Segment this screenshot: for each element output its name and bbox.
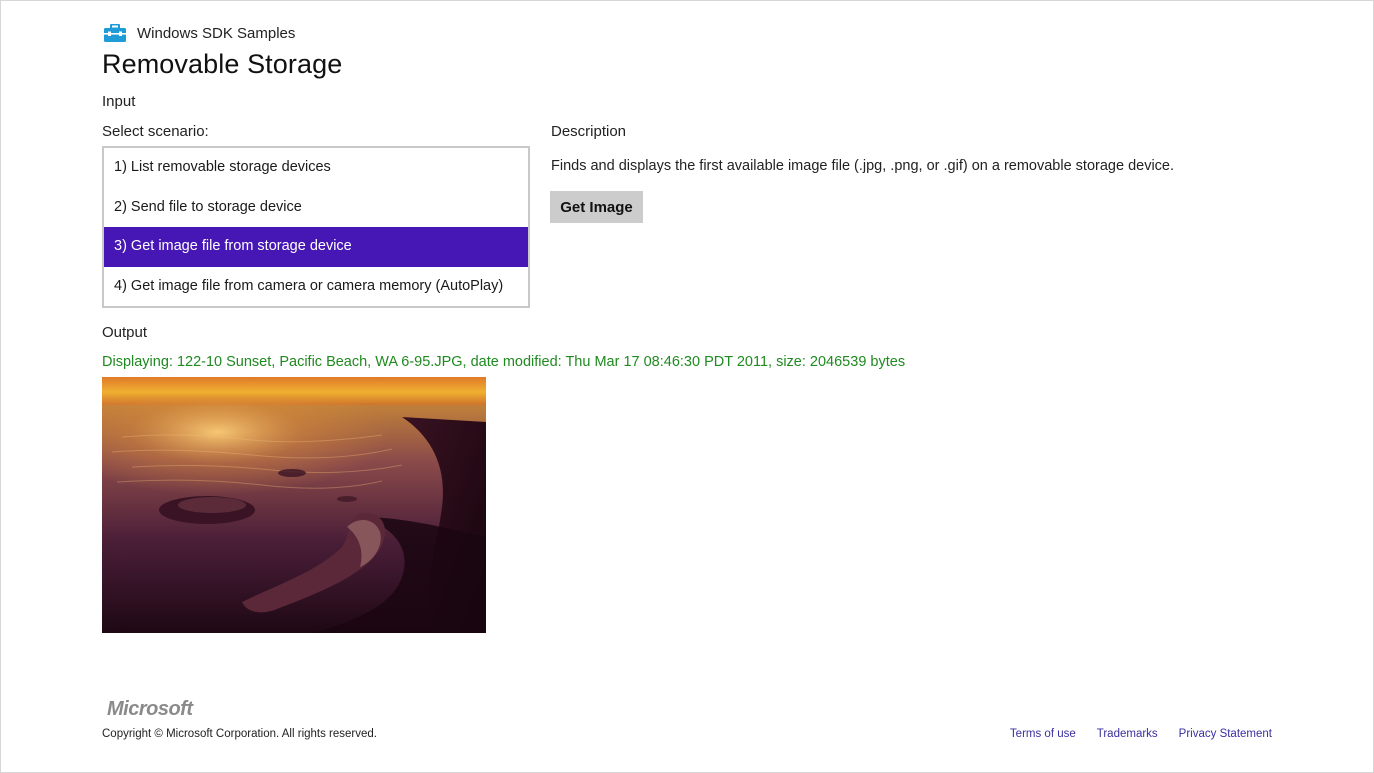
scenario-item-send-file[interactable]: 2) Send file to storage device <box>104 188 528 228</box>
output-status-text: Displaying: 122-10 Sunset, Pacific Beach… <box>102 354 906 370</box>
scenario-list[interactable]: 1) List removable storage devices 2) Sen… <box>102 146 530 308</box>
copyright-text: Copyright © Microsoft Corporation. All r… <box>102 728 377 740</box>
description-label: Description <box>551 123 627 140</box>
input-section-label: Input <box>102 93 136 110</box>
scenario-item-list-devices[interactable]: 1) List removable storage devices <box>104 148 528 188</box>
trademarks-link[interactable]: Trademarks <box>1097 728 1158 740</box>
get-image-button[interactable]: Get Image <box>550 191 643 223</box>
page-title: Removable Storage <box>102 49 343 79</box>
app-title: Windows SDK Samples <box>137 24 296 42</box>
toolbox-icon <box>104 23 126 42</box>
sunset-beach-image <box>102 377 486 633</box>
app-header: Windows SDK Samples <box>102 19 295 47</box>
select-scenario-label: Select scenario: <box>102 123 209 140</box>
description-text: Finds and displays the first available i… <box>551 158 1175 174</box>
privacy-statement-link[interactable]: Privacy Statement <box>1179 728 1272 740</box>
app-window: Windows SDK Samples Removable Storage In… <box>0 0 1374 773</box>
microsoft-logo: Microsoft <box>107 698 193 720</box>
scenario-item-autoplay[interactable]: 4) Get image file from camera or camera … <box>104 267 528 307</box>
scenario-item-get-image[interactable]: 3) Get image file from storage device <box>104 227 528 267</box>
terms-of-use-link[interactable]: Terms of use <box>1010 728 1076 740</box>
footer-links: Terms of use Trademarks Privacy Statemen… <box>1010 728 1272 740</box>
output-section-label: Output <box>102 324 148 341</box>
